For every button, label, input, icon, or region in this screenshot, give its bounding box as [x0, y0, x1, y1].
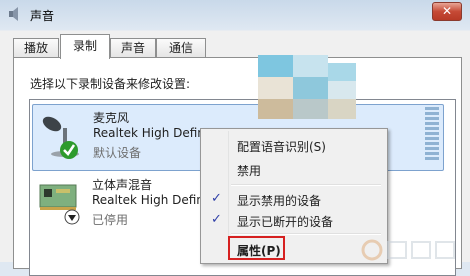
device-status: 已停用: [92, 213, 129, 227]
menu-separator: [231, 184, 381, 186]
sound-card-icon: [39, 184, 80, 225]
close-button[interactable]: ✕: [432, 2, 462, 21]
device-driver: Realtek High Defin: [92, 193, 204, 207]
menu-item-show-disconnected[interactable]: ✓ 显示已断开的设备: [203, 210, 385, 230]
menu-item-disable[interactable]: 禁用: [203, 159, 385, 179]
title-bar[interactable]: 声音 ✕: [0, 0, 470, 32]
pixelated-area: [243, 55, 393, 125]
device-status: 默认设备: [93, 146, 142, 160]
tab-sounds[interactable]: 声音: [110, 38, 156, 58]
window-title: 声音: [30, 9, 55, 23]
highlight-box: [228, 236, 285, 260]
tab-recording[interactable]: 录制: [60, 34, 110, 59]
tab-playback[interactable]: 播放: [13, 38, 59, 58]
level-meter: [425, 107, 439, 163]
device-name: 立体声混音: [92, 178, 153, 192]
tab-communications[interactable]: 通信: [156, 38, 206, 58]
check-icon: ✓: [211, 212, 222, 227]
check-icon: ✓: [211, 191, 222, 206]
device-driver: Realtek High Defin: [93, 126, 205, 140]
watermark: [358, 236, 468, 262]
menu-separator: [231, 233, 381, 235]
device-name: 麦克风: [93, 111, 130, 125]
microphone-icon: [42, 116, 79, 159]
speaker-icon: [9, 7, 18, 21]
menu-item-configure-speech[interactable]: 配置语音识别(S): [203, 135, 385, 155]
instruction-text: 选择以下录制设备来修改设置:: [30, 77, 191, 91]
menu-item-show-disabled[interactable]: ✓ 显示禁用的设备: [203, 189, 385, 209]
sound-dialog: 声音 ✕ 播放 录制 声音 通信 选择以下录制设备来修改设置: 麦克风 Real…: [0, 0, 470, 276]
